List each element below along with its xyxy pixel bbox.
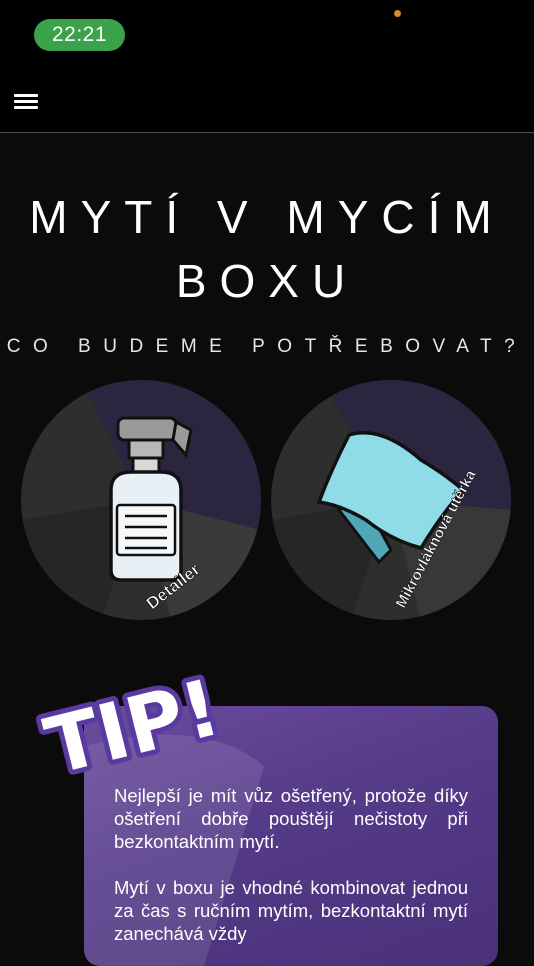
item-microfiber-graphic: Mikrovláknová utěrka xyxy=(271,380,511,620)
item-microfiber-cloth[interactable]: Mikrovláknová utěrka xyxy=(271,380,511,620)
tip-badge: TIP! xyxy=(32,658,222,775)
item-detailer-graphic: Detailer xyxy=(21,380,261,620)
tip-badge-text: TIP! xyxy=(37,663,222,775)
camera-indicator-dot xyxy=(394,10,401,17)
hamburger-menu-icon[interactable] xyxy=(14,94,40,112)
page-title-line-2: BOXU xyxy=(175,255,359,307)
page-subtitle: CO BUDEME POTŘEBOVAT? xyxy=(6,336,528,357)
status-bar: 22:21 xyxy=(0,0,534,60)
item-detailer[interactable]: Detailer xyxy=(21,380,261,620)
tip-paragraph-2: Mytí v boxu je vhodné kombinovat jednou … xyxy=(114,877,468,944)
page-title-line-1: MYTÍ V MYCÍM xyxy=(29,191,505,243)
status-time: 22:21 xyxy=(34,19,125,51)
app-bar xyxy=(0,60,534,133)
tip-text: Nejlepší je mít vůz ošetřený, protože dí… xyxy=(114,784,468,966)
tip-paragraph-1: Nejlepší je mít vůz ošetřený, protože dí… xyxy=(114,785,468,852)
page-title: MYTÍ V MYCÍM BOXU xyxy=(0,185,534,313)
